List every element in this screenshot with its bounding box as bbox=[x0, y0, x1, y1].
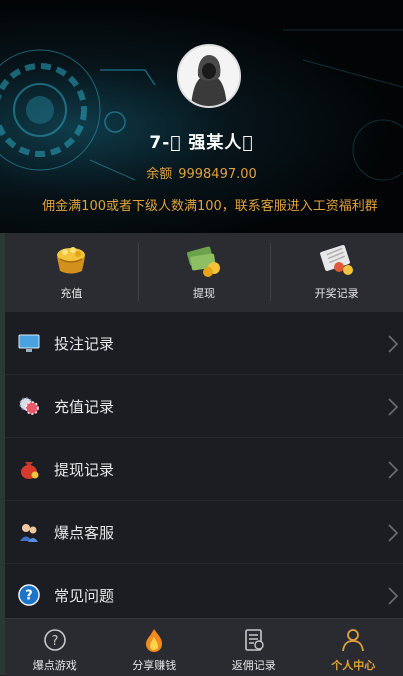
username: 7-  强某人  bbox=[0, 128, 403, 153]
casino-chips-icon bbox=[18, 395, 40, 417]
tab-commission-label: 返佣记录 bbox=[232, 657, 276, 673]
cash-stack-icon bbox=[184, 243, 224, 279]
menu-recharge-records-label: 充值记录 bbox=[54, 396, 114, 417]
avatar[interactable] bbox=[177, 44, 241, 108]
balance-value: 9998497.00 bbox=[178, 167, 257, 182]
notice-text: 佣金满100或者下级人数满100，联系客服进入工资福利群 bbox=[0, 195, 403, 214]
bottom-tabbar: ? 爆点游戏 分享赚钱 返佣记录 个人中心 bbox=[5, 618, 403, 676]
tab-profile-label: 个人中心 bbox=[331, 657, 375, 673]
chevron-right-icon bbox=[387, 586, 399, 606]
lottery-records-label: 开奖记录 bbox=[315, 285, 359, 301]
chevron-right-icon bbox=[387, 460, 399, 480]
question-circle-icon: ? bbox=[42, 627, 68, 653]
menu-faq-label: 常见问题 bbox=[54, 585, 114, 606]
chevron-right-icon bbox=[387, 397, 399, 417]
tab-share-label: 分享赚钱 bbox=[132, 657, 176, 673]
balance: 余额 9998497.00 bbox=[0, 163, 403, 182]
tab-games-label: 爆点游戏 bbox=[33, 657, 77, 673]
money-bag-icon bbox=[18, 458, 40, 480]
svg-text:?: ? bbox=[51, 634, 58, 649]
document-icon bbox=[241, 627, 267, 653]
menu-bet-records[interactable]: 投注记录 bbox=[5, 312, 403, 375]
menu-customer-service-label: 爆点客服 bbox=[54, 522, 114, 543]
withdraw-label: 提现 bbox=[193, 285, 215, 301]
chevron-right-icon bbox=[387, 523, 399, 543]
recharge-button[interactable]: 充值 bbox=[5, 233, 138, 312]
monitor-icon bbox=[18, 333, 40, 353]
flame-icon bbox=[141, 627, 167, 653]
menu-bet-records-label: 投注记录 bbox=[54, 333, 114, 354]
customer-service-icon bbox=[18, 521, 40, 543]
recharge-label: 充值 bbox=[60, 285, 82, 301]
question-icon: ? bbox=[18, 583, 40, 607]
tab-share[interactable]: 分享赚钱 bbox=[105, 619, 205, 676]
person-icon bbox=[340, 627, 366, 653]
withdraw-button[interactable]: 提现 bbox=[138, 233, 271, 312]
lottery-ticket-icon bbox=[317, 243, 357, 279]
svg-text:?: ? bbox=[25, 589, 32, 604]
quick-actions: 充值 提现 开奖记录 bbox=[5, 233, 403, 312]
tab-profile[interactable]: 个人中心 bbox=[304, 619, 403, 676]
menu-withdraw-records[interactable]: 提现记录 bbox=[5, 438, 403, 501]
hooded-figure-icon bbox=[179, 46, 239, 106]
tab-commission[interactable]: 返佣记录 bbox=[204, 619, 304, 676]
profile-header: 7-  强某人  余额 9998497.00 佣金满100或者下级人数满100，联… bbox=[0, 0, 403, 233]
menu-withdraw-records-label: 提现记录 bbox=[54, 459, 114, 480]
chevron-right-icon bbox=[387, 334, 399, 354]
menu-recharge-records[interactable]: 充值记录 bbox=[5, 375, 403, 438]
menu-list: 投注记录 充值记录 提现记录 爆点客服 ? 常见问题 bbox=[5, 312, 403, 627]
balance-label: 余额 bbox=[146, 167, 172, 182]
treasure-pot-icon bbox=[51, 243, 91, 279]
menu-customer-service[interactable]: 爆点客服 bbox=[5, 501, 403, 564]
tab-games[interactable]: ? 爆点游戏 bbox=[5, 619, 105, 676]
lottery-records-button[interactable]: 开奖记录 bbox=[270, 233, 403, 312]
